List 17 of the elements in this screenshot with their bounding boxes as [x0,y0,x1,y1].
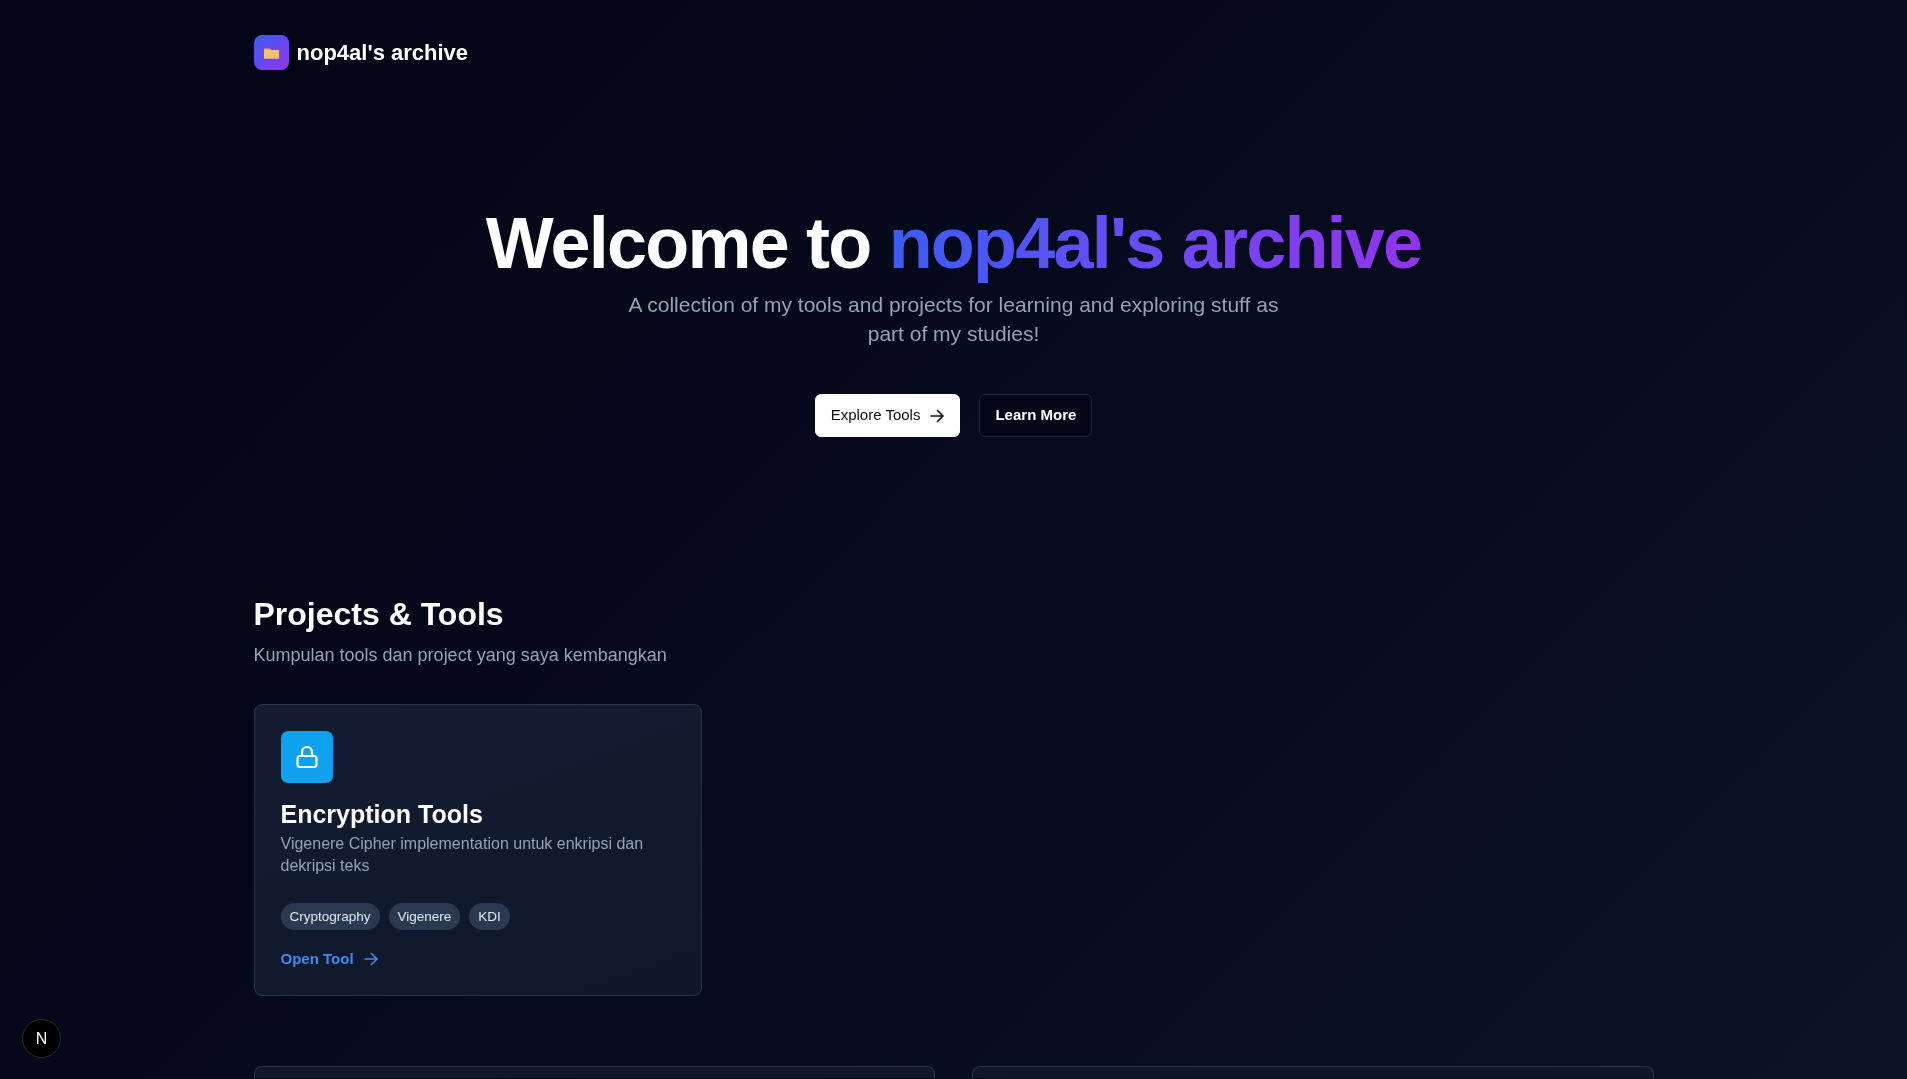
explore-button[interactable]: Explore Tools [814,394,961,437]
open-tool-link[interactable]: Open Tool [280,949,378,969]
arrow-right-icon [930,408,945,423]
arrow-right-icon [363,952,378,966]
section-heading: Projects & Tools [253,595,505,633]
tag-chip: KDI [469,903,510,930]
folder-icon [253,35,289,70]
card-title: Encryption Tools [280,799,483,829]
dev-tools-button[interactable]: N [22,1019,61,1058]
tag-chip: Cryptography [280,903,380,930]
lock-icon [280,731,333,783]
brand-name[interactable]: nop4al's archive [296,36,469,69]
hero-subtitle: A collection of my tools and projects for learning and exploring stuff as part of my studies! [627,292,1280,347]
card-description: Vigenere Cipher implementation untuk enkripsi dan dekripsi teks [280,834,645,876]
section-subtitle: Kumpulan tools dan project yang saya kembangkan [253,644,668,667]
tag-chip: Vigenere [388,903,461,930]
learn-more-button[interactable]: Learn More [979,394,1093,437]
